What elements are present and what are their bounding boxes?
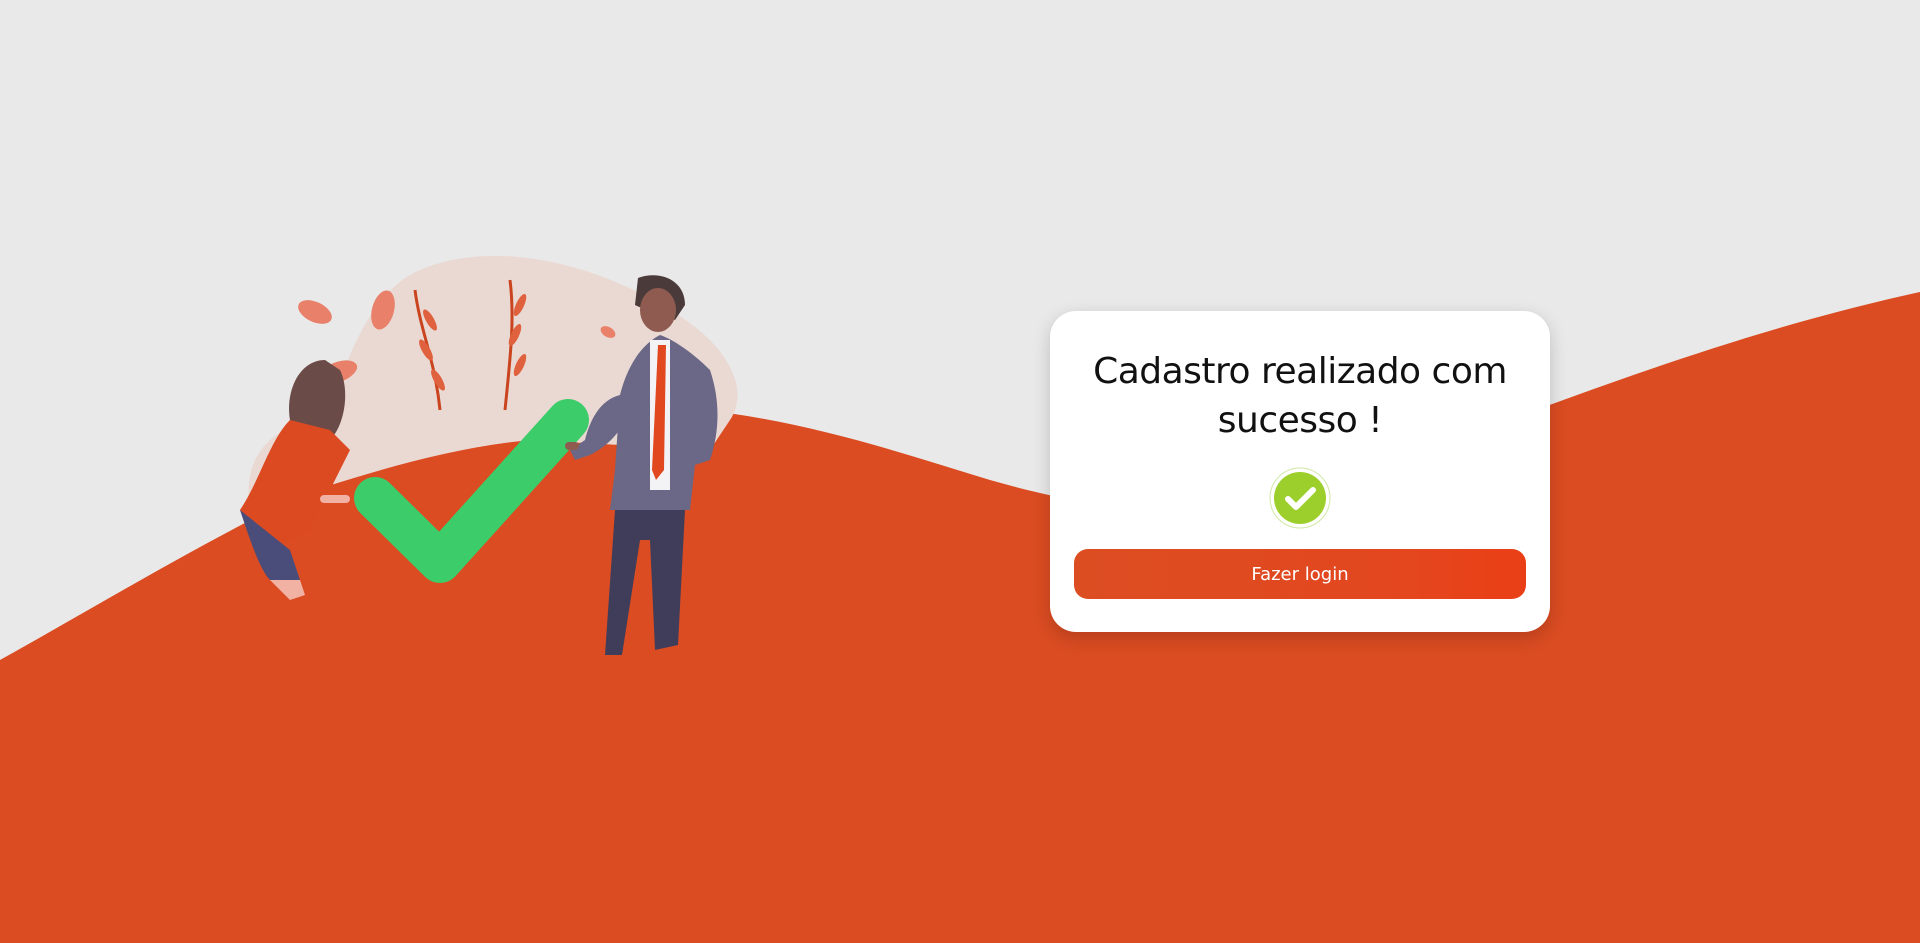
woman-figure-icon — [240, 360, 350, 600]
success-title: Cadastro realizado com sucesso ! — [1093, 351, 1507, 441]
check-circle-icon — [1269, 467, 1331, 529]
success-card: Cadastro realizado com sucesso ! Fazer l… — [1050, 311, 1550, 632]
success-illustration — [240, 255, 738, 655]
success-page: Cadastro realizado com sucesso ! Fazer l… — [0, 0, 1920, 943]
login-button[interactable]: Fazer login — [1074, 549, 1526, 599]
